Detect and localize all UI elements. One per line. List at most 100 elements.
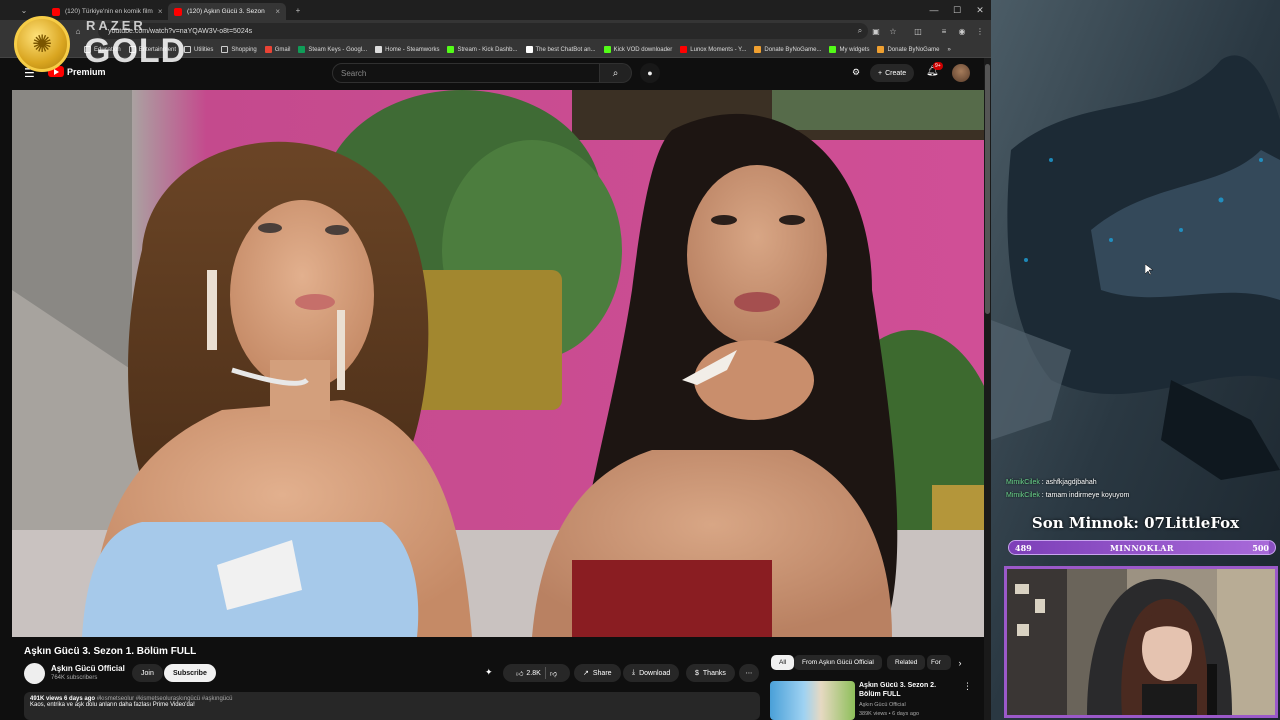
- sheets-icon: [298, 46, 306, 53]
- bookmark-item[interactable]: Steam Keys - Googl...: [298, 46, 367, 53]
- overlay-tier: GOLD: [84, 32, 187, 70]
- more-actions-icon[interactable]: ⋯: [739, 664, 759, 682]
- video-player[interactable]: [12, 90, 984, 637]
- thumbs-up-icon: 👍︎: [516, 670, 524, 678]
- chat-username: MimikCilek: [1006, 479, 1040, 486]
- razer-logo-icon: ✺: [14, 16, 70, 72]
- description-box[interactable]: 491K views 6 days ago #kısmetseolur #kis…: [24, 692, 760, 720]
- thumbs-down-icon[interactable]: 👎︎: [550, 669, 557, 678]
- bookmark-item[interactable]: Stream - Kick Dashb...: [447, 46, 518, 53]
- recommended-title[interactable]: Aşkın Gücü 3. Sezon 2. Bölüm FULL: [859, 681, 959, 699]
- last-subscriber-label: Son Minnok: 07LittleFox: [1031, 514, 1240, 532]
- chatbot-icon: [525, 46, 533, 53]
- profile-icon[interactable]: ◉: [955, 24, 969, 38]
- bynogame-icon: [754, 46, 762, 53]
- ask-icon[interactable]: ✦: [485, 667, 493, 678]
- maximize-icon[interactable]: ☐: [945, 0, 969, 20]
- youtube-icon: [680, 46, 688, 53]
- chat-overlay: MimikCilek : ashfkjagdjbahah MimikCilek …: [1006, 476, 1276, 502]
- plus-icon: +: [878, 69, 883, 77]
- goal-label: MINNOKLAR: [1109, 543, 1175, 553]
- avatar[interactable]: [952, 64, 970, 82]
- bookmark-star-icon[interactable]: ☆: [886, 24, 900, 38]
- chevron-right-icon[interactable]: ›: [952, 655, 968, 670]
- screen: ⌄ (120) Türkiye'nin en komik film × (120…: [0, 0, 1280, 720]
- page-scrollbar[interactable]: [984, 58, 991, 720]
- bookmark-item[interactable]: Home - Steamworks: [375, 46, 439, 53]
- chip-for-you[interactable]: For: [927, 655, 951, 670]
- tab-title: (120) Aşkın Gücü 3. Sezon: [187, 8, 265, 15]
- chat-text: tamam indirmeye koyuyom: [1045, 492, 1130, 499]
- bookmark-item[interactable]: My widgets: [829, 46, 869, 53]
- media-control-icon[interactable]: ≡: [937, 24, 951, 38]
- video-frame: [12, 90, 984, 637]
- download-icon: ⤓: [632, 669, 636, 676]
- razer-gold-overlay: ✺ RAZER GOLD: [14, 16, 194, 72]
- webcam-feed: [1004, 566, 1278, 718]
- notification-count-badge: 9+: [933, 62, 943, 70]
- bookmark-item[interactable]: Donate ByNoGame...: [754, 46, 821, 53]
- chat-text: ashfkjagdjbahah: [1045, 479, 1097, 486]
- sub-goal-bar: 489 MINNOKLAR 500: [1008, 540, 1276, 555]
- widgets-icon: [829, 46, 837, 53]
- bookmark-item[interactable]: Donate ByNoGame: [877, 46, 940, 53]
- youtube-favicon-icon: [174, 7, 182, 16]
- kick-icon: [447, 46, 455, 53]
- bynogame-icon: [877, 46, 885, 53]
- tab-title: (120) Türkiye'nin en komik film: [65, 8, 153, 15]
- microphone-icon[interactable]: ●: [640, 63, 660, 83]
- browser-window: ⌄ (120) Türkiye'nin en komik film × (120…: [0, 0, 991, 720]
- thanks-icon: $: [695, 669, 699, 677]
- recommended-thumbnail[interactable]: [770, 681, 855, 720]
- chat-username: MimikCilek: [1006, 492, 1040, 499]
- close-window-icon[interactable]: ✕: [968, 0, 991, 20]
- scrollbar-thumb[interactable]: [985, 64, 990, 314]
- folder-icon: [221, 46, 229, 53]
- recommended-channel: Aşkın Gücü Official: [859, 702, 906, 708]
- browser-menu-icon[interactable]: ⋮: [973, 24, 987, 38]
- url-field[interactable]: youtube.com/watch?v=naYQAW3V-o8t=5024s: [98, 23, 868, 39]
- mouse-cursor-icon: [1144, 263, 1154, 281]
- divider: [544, 667, 546, 679]
- more-bookmarks-icon[interactable]: »: [948, 47, 951, 53]
- search-icon[interactable]: ⌕: [600, 63, 632, 83]
- close-tab-icon[interactable]: ×: [275, 7, 280, 16]
- steam-icon: [375, 46, 383, 53]
- video-title: Aşkın Gücü 3. Sezon 1. Bölüm FULL: [24, 646, 197, 657]
- chip-related[interactable]: Related: [887, 655, 926, 670]
- close-tab-icon[interactable]: ×: [158, 7, 163, 16]
- bookmark-item[interactable]: Gmail: [264, 46, 290, 53]
- minimize-icon[interactable]: —: [922, 0, 946, 20]
- bookmark-item[interactable]: Lunox Moments - Y...: [680, 46, 746, 53]
- youtube-favicon-icon: [52, 7, 60, 16]
- kick-icon: [603, 46, 611, 53]
- more-options-icon[interactable]: ⋮: [963, 681, 972, 692]
- subscriber-count: 764K subscribers: [51, 675, 98, 681]
- chip-from-channel[interactable]: From Aşkın Gücü Official: [794, 655, 882, 670]
- create-button[interactable]: + Create: [870, 64, 915, 82]
- chat-message: MimikCilek : ashfkjagdjbahah: [1006, 479, 1097, 486]
- search-input[interactable]: Search: [332, 63, 600, 83]
- join-button[interactable]: Join: [132, 664, 163, 682]
- extensions-icon[interactable]: ◫: [911, 24, 925, 38]
- zoom-icon[interactable]: ⌕: [853, 24, 867, 38]
- goal-max: 500: [1252, 543, 1269, 553]
- description-text: Kaos, entrika ve aşk dolu anların daha f…: [30, 702, 195, 708]
- cast-icon[interactable]: ⚙: [852, 67, 860, 78]
- like-button[interactable]: 👍︎ 2.8K: [516, 669, 541, 678]
- bookmark-item[interactable]: The best ChatBot an...: [525, 46, 596, 53]
- subscribe-button[interactable]: Subscribe: [164, 664, 216, 682]
- download-button[interactable]: ⤓ Download: [623, 664, 680, 682]
- chat-message: MimikCilek : tamam indirmeye koyuyom: [1006, 492, 1130, 499]
- thanks-button[interactable]: $ Thanks: [686, 664, 735, 682]
- share-icon: ↗: [583, 670, 589, 677]
- channel-name[interactable]: Aşkın Gücü Official: [51, 664, 125, 673]
- channel-avatar[interactable]: [24, 663, 45, 684]
- chip-all[interactable]: All: [771, 655, 795, 670]
- like-dislike-group: 👍︎ 2.8K 👎︎: [503, 664, 570, 682]
- share-button[interactable]: ↗ Share: [574, 664, 621, 682]
- bookmark-item[interactable]: Kick VOD downloader: [603, 46, 672, 53]
- bookmark-item[interactable]: Shopping: [221, 46, 257, 53]
- install-icon[interactable]: ▣: [869, 24, 883, 38]
- new-tab-icon[interactable]: +: [290, 2, 306, 18]
